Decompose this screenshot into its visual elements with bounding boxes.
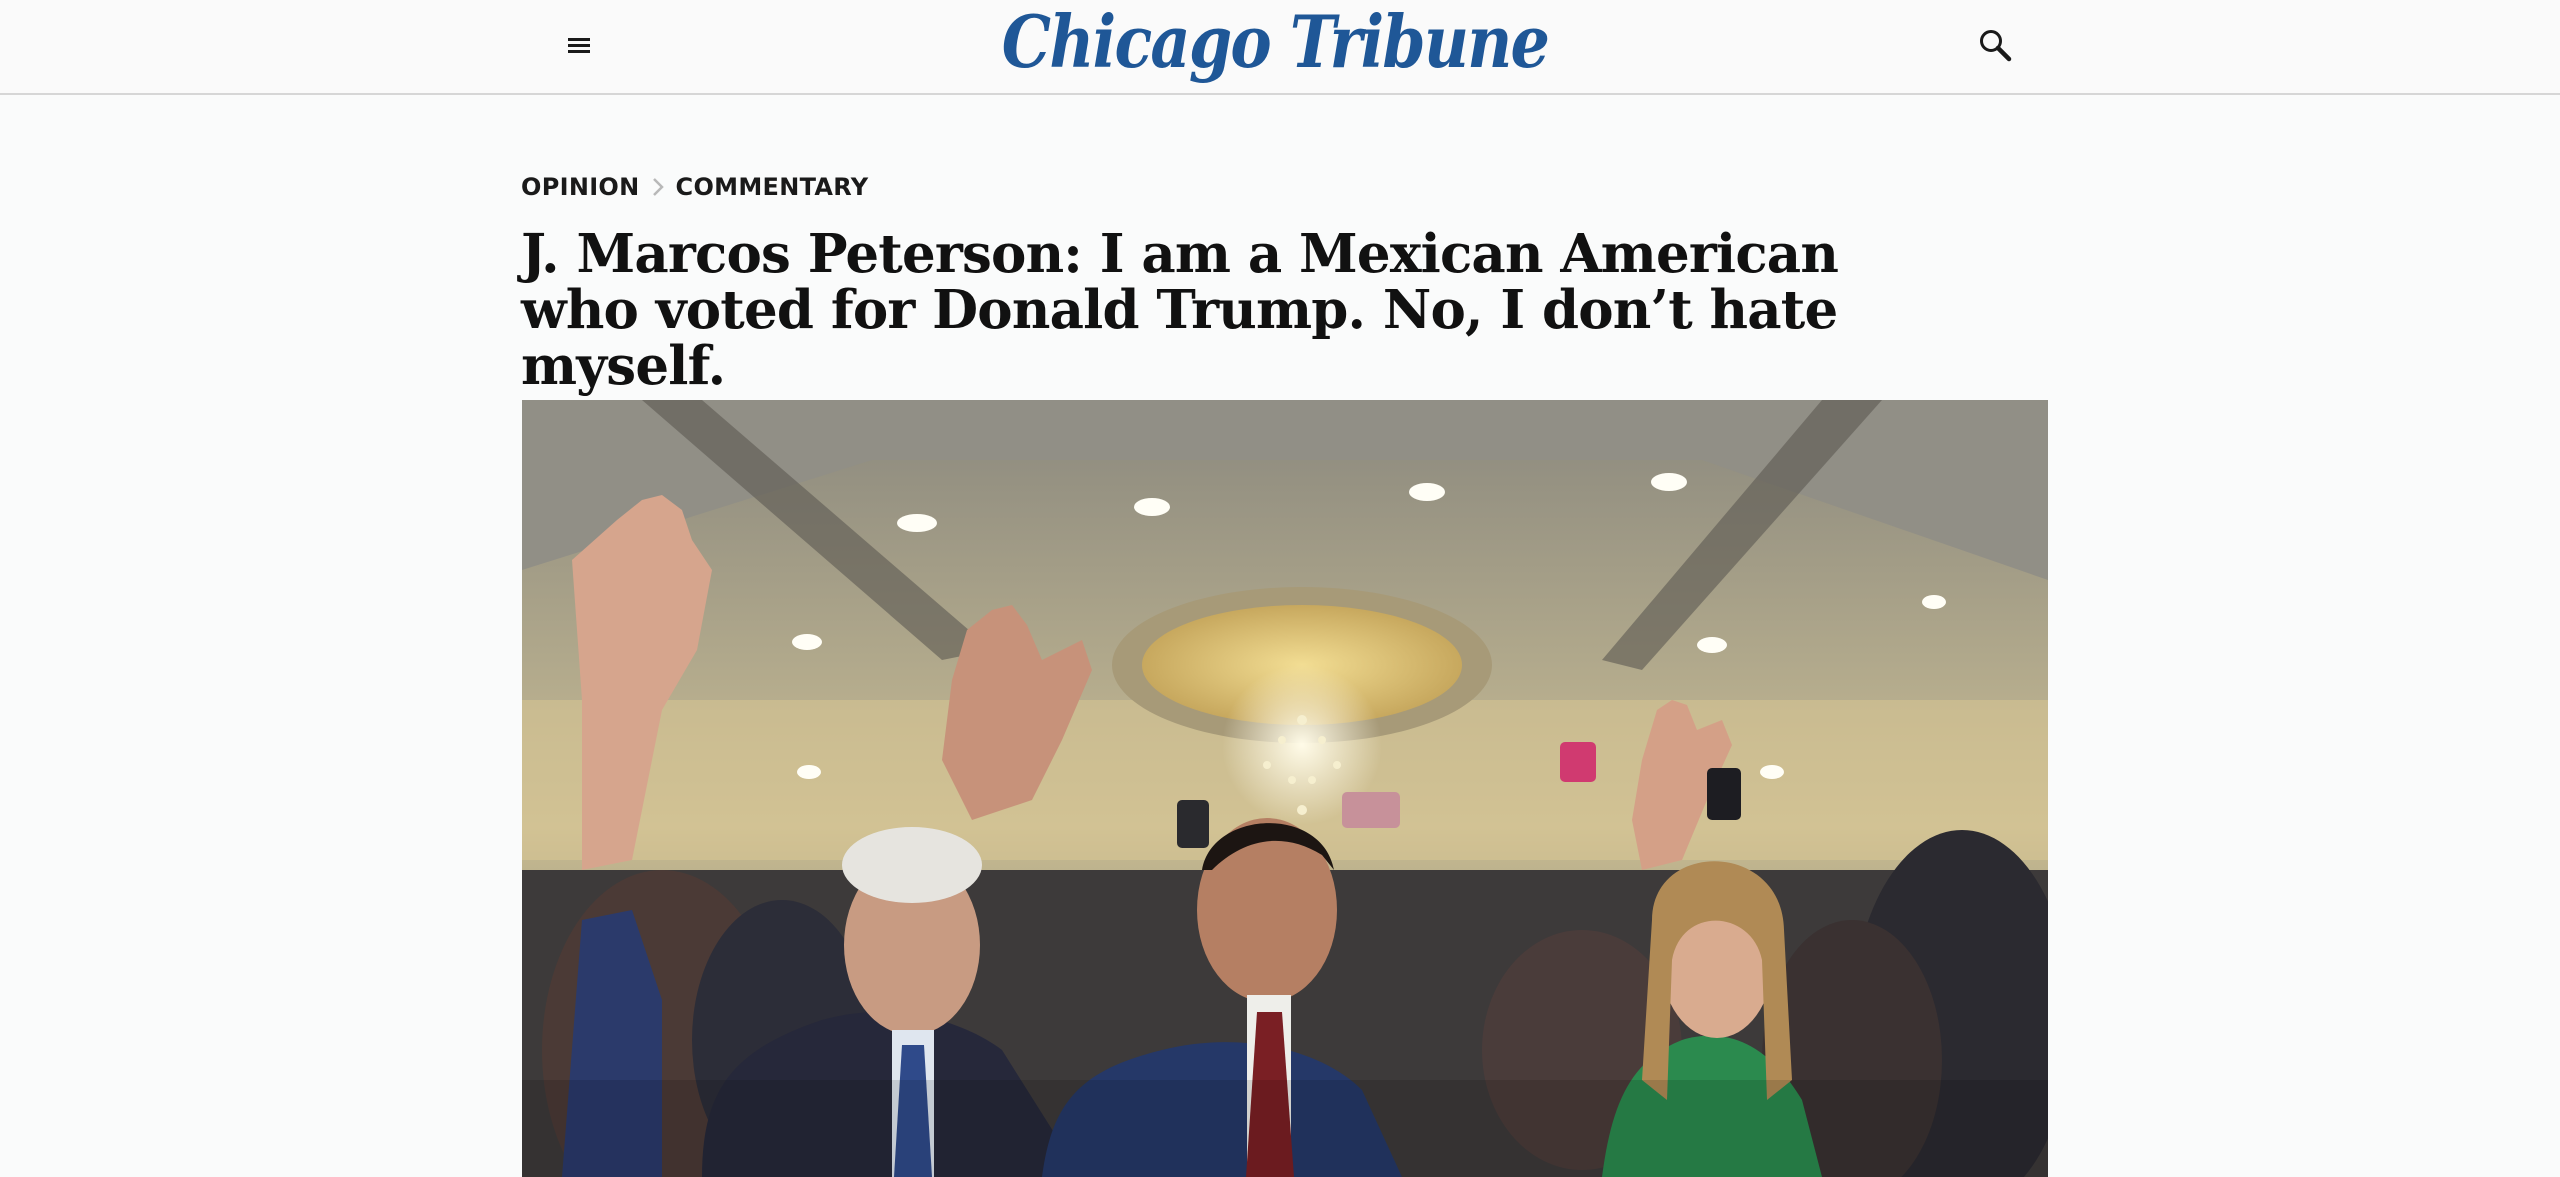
article-hero-photo[interactable]	[522, 400, 2048, 1177]
search-button[interactable]	[1972, 22, 2018, 68]
hamburger-menu-icon	[568, 38, 590, 53]
chevron-right-icon	[640, 170, 676, 204]
breadcrumb: OPINION COMMENTARY	[521, 170, 868, 204]
site-logo[interactable]: Chicago Tribune	[1002, 2, 1550, 82]
breadcrumb-opinion-link[interactable]: OPINION	[521, 173, 640, 201]
rally-crowd-photo	[522, 400, 2048, 1177]
site-header: Chicago Tribune	[0, 0, 2560, 95]
breadcrumb-commentary-link[interactable]: COMMENTARY	[676, 173, 869, 201]
magnifier-search-icon	[1980, 30, 2012, 62]
menu-button[interactable]	[553, 28, 605, 62]
article-headline: J. Marcos Peterson: I am a Mexican Ameri…	[521, 223, 1839, 397]
